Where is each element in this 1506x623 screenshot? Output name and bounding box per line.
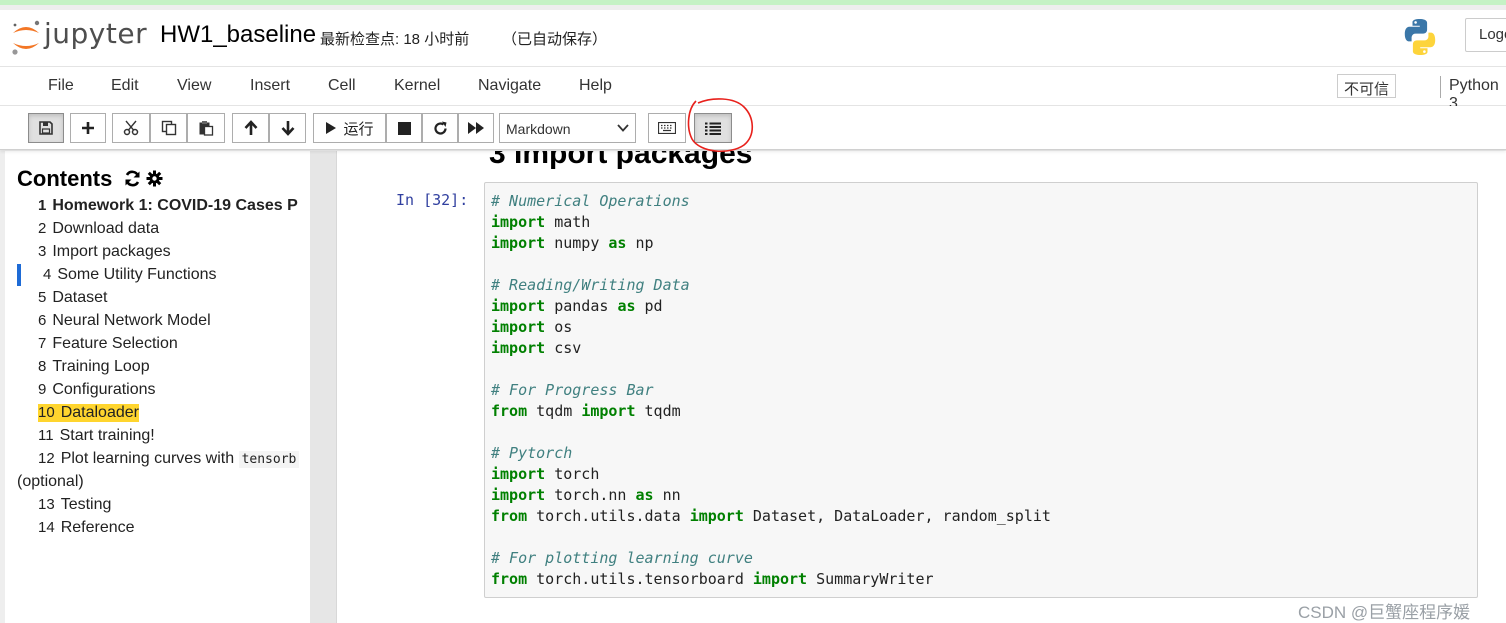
code-line: from torch.utils.data import Dataset, Da… <box>491 507 1051 525</box>
toc-sidebar: Contents 1 Homework 1: COVID-19 Cases P 2… <box>5 151 310 623</box>
input-prompt: In [32]: <box>396 191 469 209</box>
plus-icon <box>82 122 94 134</box>
run-button[interactable]: 运行 <box>313 113 386 143</box>
menu-insert[interactable]: Insert <box>250 77 290 95</box>
insert-cell-button[interactable] <box>70 113 106 143</box>
move-up-button[interactable] <box>232 113 269 143</box>
toolbar: 运行 Markdown <box>0 106 1506 150</box>
gear-icon[interactable] <box>146 170 163 187</box>
toc-item-dataset[interactable]: 5 Dataset <box>38 289 107 307</box>
toc-item-utility-functions[interactable]: 4 Some Utility Functions <box>43 266 217 284</box>
code-line: # For Progress Bar <box>491 381 654 399</box>
refresh-icon[interactable] <box>124 170 141 187</box>
chevron-down-icon <box>617 124 629 132</box>
section-heading: 3 Import packages <box>489 151 753 170</box>
copy-icon <box>161 120 176 136</box>
not-trusted-badge[interactable]: 不可信 <box>1337 74 1397 98</box>
autosave-status: （已自动保存） <box>502 31 608 48</box>
toc-toggle-button[interactable] <box>694 113 732 143</box>
toc-item-start-training[interactable]: 11 Start training! <box>38 427 155 445</box>
code-line: import numpy as np <box>491 234 654 252</box>
header: jupyter HW1_baseline 最新检查点: 18 小时前 （已自动保… <box>0 10 1506 66</box>
toc-item-import-packages[interactable]: 3 Import packages <box>38 243 171 261</box>
menu-file[interactable]: File <box>48 77 74 95</box>
toc-item-configurations[interactable]: 9 Configurations <box>38 381 156 399</box>
save-button[interactable] <box>28 113 64 143</box>
toc-item-reference[interactable]: 14 Reference <box>38 519 135 537</box>
code-line: import math <box>491 213 591 231</box>
play-icon <box>326 122 337 134</box>
jupyter-logo-icon[interactable] <box>8 17 44 57</box>
menu-cell[interactable]: Cell <box>328 77 356 95</box>
menu-navigate[interactable]: Navigate <box>478 77 541 95</box>
code-line: import torch.nn as nn <box>491 486 681 504</box>
logout-button[interactable]: Logout <box>1465 18 1506 52</box>
code-cell-editor[interactable]: # Numerical Operations import math import … <box>484 182 1478 598</box>
cut-cell-button[interactable] <box>112 113 150 143</box>
interrupt-kernel-button[interactable] <box>386 113 422 143</box>
arrow-down-icon <box>281 121 294 136</box>
watermark: CSDN @巨蟹座程序媛 <box>1298 603 1471 622</box>
toc-item-training-loop[interactable]: 8 Training Loop <box>38 358 150 376</box>
toc-item-dataloader[interactable]: 10 Dataloader <box>38 404 139 422</box>
arrow-up-icon <box>244 120 257 135</box>
code-line: import os <box>491 318 573 336</box>
code-line: import torch <box>491 465 600 483</box>
checkpoint-status: 最新检查点: 18 小时前 <box>320 31 470 48</box>
toc-item-download-data[interactable]: 2 Download data <box>38 220 159 238</box>
code-line: import csv <box>491 339 582 357</box>
stop-icon <box>397 121 411 135</box>
fast-forward-icon <box>468 122 484 134</box>
notebook-container[interactable]: 3 Import packages In [32]: # Numerical O… <box>336 151 1506 623</box>
toc-current-indicator <box>17 264 21 286</box>
toc-inline-code: tensorb <box>238 451 300 468</box>
paste-icon <box>199 121 214 136</box>
code-line: # Reading/Writing Data <box>491 276 690 294</box>
python-logo-icon <box>1404 19 1436 55</box>
keyboard-icon <box>658 122 676 134</box>
restart-kernel-button[interactable] <box>422 113 458 143</box>
menu-help[interactable]: Help <box>579 77 612 95</box>
toc-item-testing[interactable]: 13 Testing <box>38 496 111 514</box>
toc-item-neural-network-model[interactable]: 6 Neural Network Model <box>38 312 211 330</box>
code-line: from torch.utils.tensorboard import Summ… <box>491 570 934 588</box>
cell-type-value: Markdown <box>506 121 571 137</box>
list-icon <box>705 122 721 135</box>
jupyter-notebook-window: jupyter HW1_baseline 最新检查点: 18 小时前 （已自动保… <box>0 0 1506 623</box>
command-palette-button[interactable] <box>648 113 686 143</box>
toc-item-feature-selection[interactable]: 7 Feature Selection <box>38 335 178 353</box>
toc-title: Contents <box>17 166 113 191</box>
cell-type-dropdown[interactable]: Markdown <box>499 113 636 143</box>
restart-icon <box>433 121 447 135</box>
toc-item-plot-continuation[interactable]: (optional) <box>17 473 84 491</box>
sidebar-gutter <box>310 151 336 623</box>
menu-kernel[interactable]: Kernel <box>394 77 440 95</box>
save-icon <box>39 121 53 135</box>
code-line: # For plotting learning curve <box>491 549 753 567</box>
code-line: import pandas as pd <box>491 297 663 315</box>
notebook-title[interactable]: HW1_baseline <box>160 21 316 49</box>
menu-view[interactable]: View <box>177 77 211 95</box>
code-line: # Numerical Operations <box>491 192 690 210</box>
run-label: 运行 <box>343 120 374 138</box>
menu-edit[interactable]: Edit <box>111 77 139 95</box>
code-line: # Pytorch <box>491 444 573 462</box>
restart-run-all-button[interactable] <box>458 113 494 143</box>
code-line: from tqdm import tqdm <box>491 402 681 420</box>
kernel-separator <box>1440 76 1441 98</box>
copy-cell-button[interactable] <box>150 113 187 143</box>
menubar: File Edit View Insert Cell Kernel Naviga… <box>0 66 1506 112</box>
toc-item-homework[interactable]: 1 Homework 1: COVID-19 Cases P <box>38 197 298 215</box>
paste-cell-button[interactable] <box>187 113 225 143</box>
move-down-button[interactable] <box>269 113 306 143</box>
logo-text: jupyter <box>44 17 148 50</box>
toc-item-plot-learning-curves[interactable]: 12 Plot learning curves with tensorb <box>38 450 300 468</box>
cut-icon <box>123 120 139 136</box>
